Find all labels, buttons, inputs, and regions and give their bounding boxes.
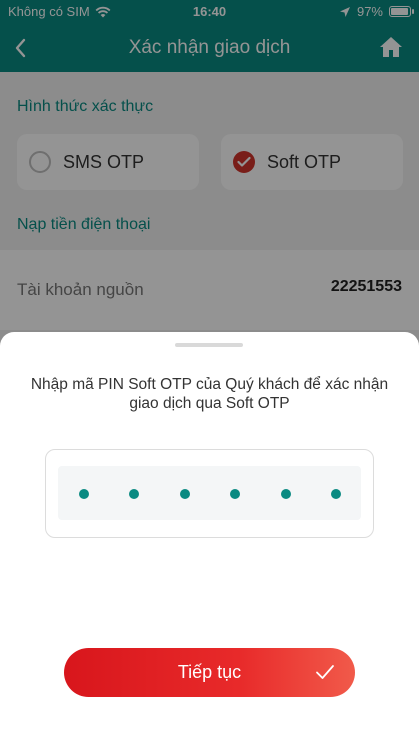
checkmark-icon xyxy=(316,665,334,679)
pin-dot xyxy=(331,489,341,499)
pin-dot xyxy=(179,489,190,499)
sheet-drag-handle[interactable] xyxy=(175,343,243,347)
pin-dot xyxy=(129,489,140,499)
continue-button[interactable]: Tiếp tục xyxy=(64,648,355,697)
pin-input-field[interactable] xyxy=(58,466,361,520)
pin-dot xyxy=(280,489,291,499)
pin-bottom-sheet: Nhập mã PIN Soft OTP của Quý khách để xá… xyxy=(0,332,419,745)
pin-input[interactable] xyxy=(45,449,374,538)
pin-dot xyxy=(79,489,89,499)
continue-label: Tiếp tục xyxy=(177,662,242,682)
pin-dot xyxy=(230,489,241,499)
pin-instruction: Nhập mã PIN Soft OTP của Quý khách để xá… xyxy=(30,376,389,412)
